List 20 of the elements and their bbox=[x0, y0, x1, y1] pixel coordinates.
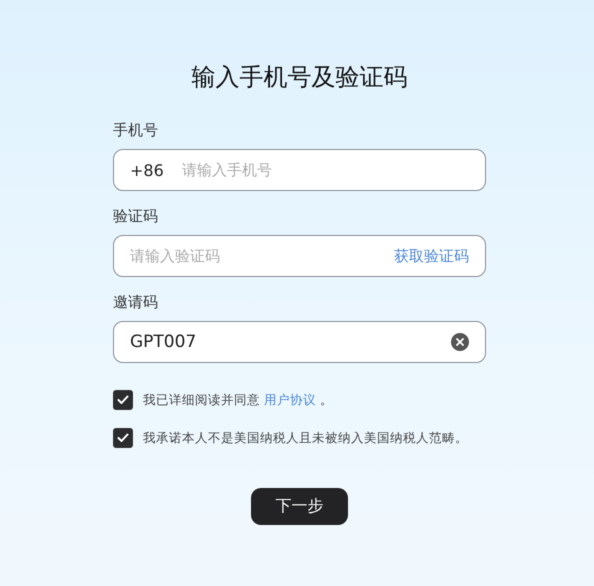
agreement-text: 我承诺本人不是美国纳税人且未被纳入美国纳税人范畴。 bbox=[143, 430, 468, 446]
invite-code-field[interactable]: GPT007 bbox=[113, 321, 486, 363]
page-title: 输入手机号及验证码 bbox=[190, 62, 408, 93]
checkbox[interactable] bbox=[113, 428, 133, 448]
field-label: 手机号 bbox=[113, 120, 159, 140]
get-code-link[interactable]: 获取验证码 bbox=[394, 246, 469, 266]
check-icon bbox=[117, 395, 129, 405]
code-field[interactable]: 请输入验证码 获取验证码 bbox=[113, 235, 486, 277]
code-input[interactable]: 请输入验证码 bbox=[130, 247, 394, 265]
field-label: 邀请码 bbox=[113, 292, 159, 312]
phone-field[interactable]: +86 请输入手机号 bbox=[113, 149, 486, 191]
clear-icon[interactable] bbox=[451, 333, 469, 351]
phone-input[interactable]: 请输入手机号 bbox=[182, 161, 469, 179]
agreement-text: 我已详细阅读并同意 用户协议 。 bbox=[143, 392, 333, 408]
next-button[interactable]: 下一步 bbox=[251, 488, 348, 525]
check-icon bbox=[117, 433, 129, 443]
country-code[interactable]: +86 bbox=[130, 160, 164, 180]
invite-code-input[interactable]: GPT007 bbox=[130, 332, 451, 352]
checkbox[interactable] bbox=[113, 390, 133, 410]
field-label: 验证码 bbox=[113, 206, 159, 226]
